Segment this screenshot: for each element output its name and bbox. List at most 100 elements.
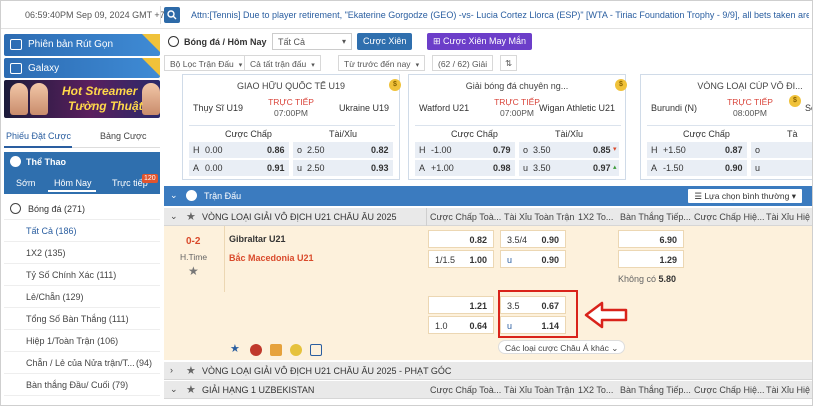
time-range-dropdown[interactable]: Từ trước đến nay ▾ (338, 55, 426, 71)
list-item[interactable]: Tổng Số Bàn Thắng (111) (4, 308, 160, 330)
match-card[interactable]: VÒNG LOẠI CÚP VÔ ĐI... $ Burundi (N) TRỰ… (640, 74, 812, 180)
list-item[interactable]: Tỷ Số Chính Xác (111) (4, 264, 160, 286)
home-team: Gibraltar U21 (229, 234, 286, 244)
next-goal-away-odd[interactable]: 1.29 (618, 250, 684, 268)
odds-row: A -1.50 0.90 u (647, 160, 812, 176)
tab-bet-slip[interactable]: Phiếu Đặt Cược (6, 131, 71, 141)
announcement-ticker[interactable]: Attn:[Tennis] Due to player retirement, … (191, 10, 809, 20)
section-title: Trận Đấu (204, 191, 242, 201)
bet-type-list: Bóng đá (271) Tất Cả (186) 1X2 (135) Tỷ … (4, 198, 160, 396)
search-button[interactable] (164, 7, 180, 23)
column-header: 1X2 To... (578, 212, 614, 222)
next-goal-home-odd[interactable]: 6.90 (618, 230, 684, 248)
list-item-label: Tất Cả (186) (26, 226, 77, 236)
alt-handicap-home-odd[interactable]: 1.21 (428, 296, 494, 314)
side-label: A (419, 163, 426, 173)
chevron-down-icon: ▾ (791, 191, 796, 201)
handicap-odd: 0.86 (267, 145, 285, 155)
list-item-label: Hiệp 1/Toàn Trận (106) (26, 336, 119, 346)
list-item-soccer[interactable]: Bóng đá (271) (4, 198, 160, 220)
league-count-filter[interactable]: (62 / 62) Giải (432, 55, 494, 71)
collapse-chevron-icon[interactable]: ⌄ (170, 190, 178, 201)
jersey-icon[interactable] (250, 344, 262, 356)
odds-header: Cược Chấp Tài/Xỉu (415, 125, 621, 141)
stats-board-icon[interactable] (270, 344, 282, 356)
odds-row: H 0.00 0.86 o 2.50 0.82 (189, 142, 395, 158)
match-card[interactable]: Giải bóng đá chuyên ng... $ Watford U21 … (408, 74, 627, 180)
list-item-label: Tổng Số Bàn Thắng (111) (26, 314, 129, 324)
star-icon[interactable]: ★ (188, 264, 199, 278)
column-header: Cược Chấp Toà... (430, 212, 502, 222)
star-icon[interactable]: ★ (186, 383, 196, 396)
total-over-odd[interactable]: 3.5/4 0.90 (500, 230, 566, 248)
coin-icon[interactable] (290, 344, 302, 356)
side-label: A (651, 163, 658, 173)
list-item[interactable]: Hiệp 1/Toàn Trận (106) (4, 330, 160, 352)
sort-toggle[interactable]: ⇅ (500, 55, 518, 71)
collapse-chevron-icon[interactable]: ⌄ (170, 211, 178, 222)
chevron-down-icon: ▾ (415, 62, 420, 69)
league-header[interactable]: › ★ VÒNG LOẠI GIẢI VÔ ĐỊCH U21 CHÂU ÂU 2… (164, 362, 812, 380)
market-select[interactable]: Tất Cả ▾ (272, 33, 352, 50)
chevron-down-icon: ⌄ (611, 343, 619, 353)
bar-chart-icon[interactable] (310, 344, 322, 356)
market-select-value: Tất Cả (278, 37, 306, 47)
list-item[interactable]: Lẻ/Chẵn (129) (4, 286, 160, 308)
view-mode-select[interactable]: ☰ Lựa chọn bình thường ▾ (688, 189, 802, 203)
tab-early[interactable]: Sớm (16, 178, 35, 188)
soccer-ball-icon (10, 203, 21, 214)
handicap-odd: 0.87 (725, 145, 743, 155)
handicap-away-odd[interactable]: 1/1.5 1.00 (428, 250, 494, 268)
no-goal-odd[interactable]: Không có 5.80 (618, 274, 676, 284)
list-item[interactable]: Tất Cả (186) (4, 220, 160, 242)
odds-cell[interactable] (751, 160, 812, 176)
chevron-down-icon: ▾ (341, 37, 346, 46)
all-matches-dropdown[interactable]: Cả tất trận đấu ▾ (244, 55, 321, 71)
filter-bar: Bộ Lọc Trận Đấu ▾ Cả tất trận đấu ▾ Từ trư… (164, 53, 524, 73)
league-header[interactable]: ⌄ ★ VÒNG LOẠI GIẢI VÔ ĐỊCH U21 CHÂU ÂU 2… (164, 208, 812, 226)
divider (426, 208, 427, 226)
column-header: Tài Xỉu Toàn Trận (504, 385, 575, 395)
sports-title: Thể Thao (26, 157, 66, 167)
lucky-parlay-button[interactable]: ⊞ Cược Xiên May Mắn (427, 33, 532, 50)
alt-handicap-away-odd[interactable]: 1.0 0.64 (428, 316, 494, 334)
parlay-button[interactable]: Cược Xiên (357, 33, 413, 50)
total-line: 2.50 (307, 163, 325, 173)
carousel-prev-icon[interactable] (165, 78, 179, 178)
list-item-label: 1X2 (135) (26, 248, 66, 258)
sidebar: Phiên bản Rút Gọn Galaxy Hot Streamer Tư… (1, 30, 161, 405)
card-league: VÒNG LOẠI CÚP VÔ ĐI... (697, 81, 803, 91)
star-icon[interactable]: ★ (186, 210, 196, 223)
match-card[interactable]: GIAO HỮU QUỐC TẾ U19 $ Thụy Sĩ U19 TRỰC … (182, 74, 401, 180)
collapse-chevron-icon[interactable]: ⌄ (170, 384, 178, 395)
odds-cell[interactable] (751, 142, 812, 158)
star-icon[interactable]: ★ (230, 342, 242, 355)
total-line: 2.50 (307, 145, 325, 155)
page-title: Bóng đá / Hôm Nay (184, 37, 267, 47)
matches-section-header: ⌄ Trận Đấu ☰ Lựa chọn bình thường ▾ (164, 186, 812, 206)
expand-chevron-icon[interactable]: › (170, 365, 173, 375)
tab-today[interactable]: Hôm Nay (54, 178, 92, 188)
match-action-icons: ★ (224, 340, 384, 360)
handicap-home-odd[interactable]: 0.82 (428, 230, 494, 248)
side-label: u (755, 163, 761, 173)
compact-version-banner[interactable]: Phiên bản Rút Gọn (4, 34, 160, 56)
tab-odds-board[interactable]: Bảng Cược (100, 131, 146, 141)
total-under-odd[interactable]: u 0.90 (500, 250, 566, 268)
galaxy-banner[interactable]: Galaxy (4, 58, 160, 78)
total-odd: 0.93 (371, 163, 389, 173)
column-header: Cược Chấp Toà... (430, 385, 502, 395)
match-filter-dropdown[interactable]: Bộ Lọc Trận Đấu ▾ (164, 55, 249, 71)
hot-streamer-banner[interactable]: Hot Streamer Tường Thuật (4, 80, 160, 118)
list-item-label: Lẻ/Chẵn (129) (26, 292, 84, 302)
league-header[interactable]: ⌄ ★ GIẢI HẠNG 1 UZBEKISTAN Cược Chấp Toà… (164, 381, 812, 399)
sports-header: Thể Thao (4, 152, 160, 172)
more-asian-bets-link[interactable]: Các loại cược Châu Á khác ⌄ (498, 340, 626, 354)
handicap-line: 0.00 (205, 163, 223, 173)
star-icon[interactable]: ★ (186, 364, 196, 377)
window-icon (10, 39, 22, 50)
list-item[interactable]: Bàn thắng Đầu/ Cuối (79) (4, 374, 160, 396)
list-item[interactable]: 1X2 (135) (4, 242, 160, 264)
list-item[interactable]: Chẵn / Lẻ của Nửa trận/T... (94) (4, 352, 160, 374)
handicap-label: Cược Chấp (683, 129, 730, 139)
